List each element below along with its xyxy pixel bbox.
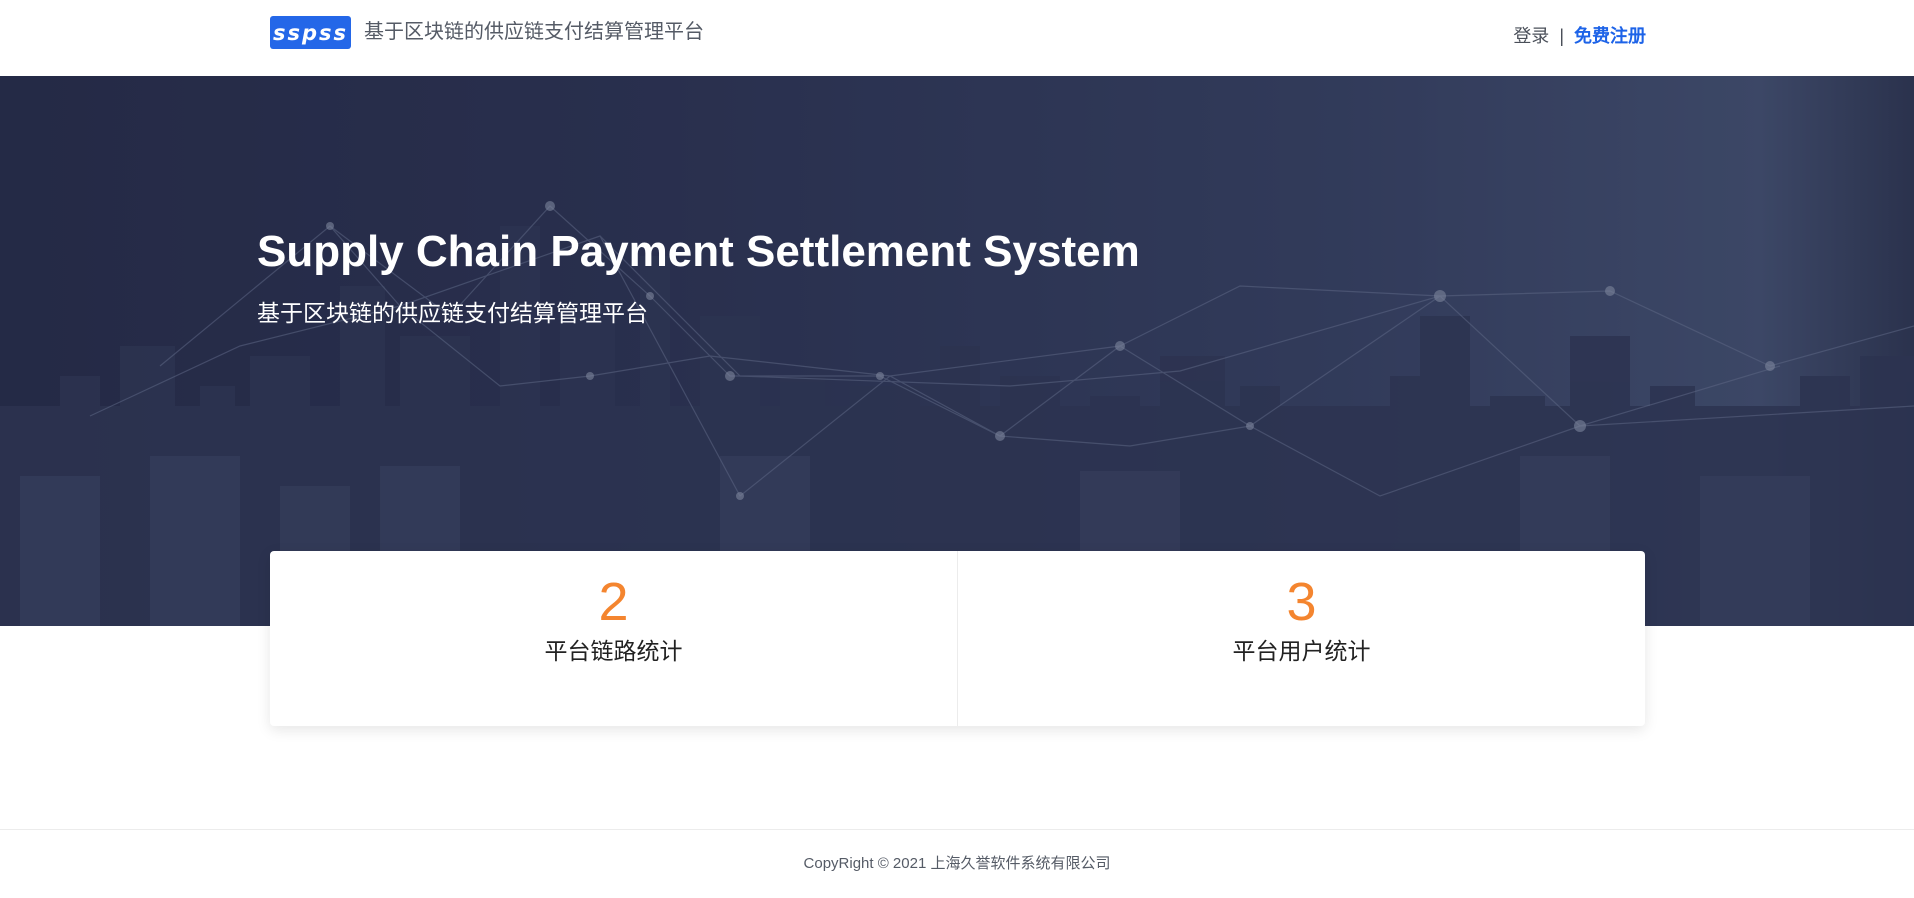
hero-title: Supply Chain Payment Settlement System [257, 227, 1140, 276]
logo[interactable]: sspss [270, 16, 351, 49]
register-link[interactable]: 免费注册 [1574, 26, 1646, 46]
footer-copyright: CopyRight © 2021 上海久誉软件系统有限公司 [803, 855, 1111, 872]
stats-card: 2 平台链路统计 3 平台用户统计 [270, 551, 1645, 726]
stat-label: 平台链路统计 [544, 638, 683, 664]
auth-separator: | [1559, 26, 1564, 46]
site-title: 基于区块链的供应链支付结算管理平台 [364, 21, 704, 43]
stat-value: 2 [598, 572, 629, 632]
stat-label: 平台用户统计 [1232, 638, 1371, 664]
auth-links: 登录 | 免费注册 [1513, 24, 1646, 48]
hero-subtitle: 基于区块链的供应链支付结算管理平台 [257, 300, 648, 326]
footer-divider [0, 829, 1914, 830]
login-link[interactable]: 登录 [1513, 26, 1549, 46]
stat-users: 3 平台用户统计 [957, 551, 1645, 726]
top-header: sspss 基于区块链的供应链支付结算管理平台 登录 | 免费注册 [0, 0, 1914, 76]
stat-value: 3 [1286, 572, 1317, 632]
hero-banner: Supply Chain Payment Settlement System 基… [0, 76, 1914, 626]
city-network-illustration [0, 76, 1914, 626]
stat-chain-links: 2 平台链路统计 [270, 551, 957, 726]
